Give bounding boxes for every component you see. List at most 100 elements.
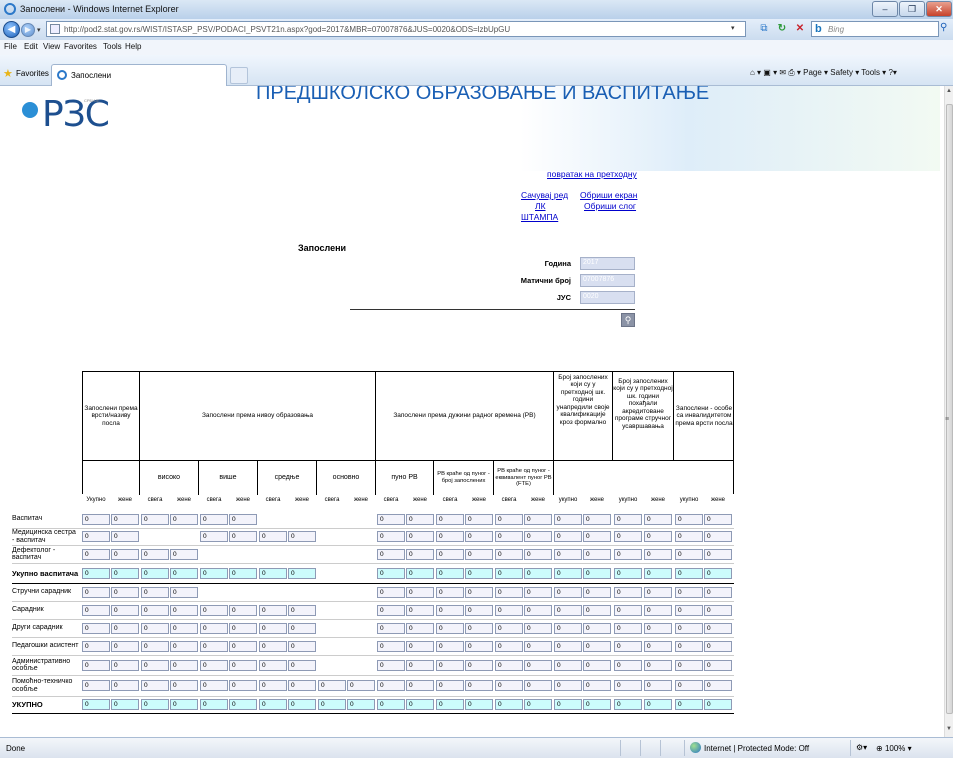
table-cell-input[interactable]: 0	[495, 531, 523, 542]
table-cell-input[interactable]: 0	[554, 641, 582, 652]
address-dropdown-icon[interactable]: ▾	[731, 24, 735, 32]
table-cell-input[interactable]: 0	[406, 549, 434, 560]
table-cell-input[interactable]: 0	[644, 605, 672, 616]
command-menus[interactable]: Page ▾ Safety ▾ Tools ▾	[803, 68, 886, 77]
table-cell-input[interactable]: 0	[583, 514, 611, 525]
table-cell-input[interactable]: 0	[495, 680, 523, 691]
table-cell-input[interactable]: 0	[229, 531, 257, 542]
scroll-thumb[interactable]	[946, 104, 953, 714]
table-cell-input[interactable]: 0	[141, 549, 169, 560]
table-cell-input[interactable]: 0	[495, 514, 523, 525]
table-cell-input[interactable]: 0	[436, 587, 464, 598]
menu-edit[interactable]: Edit	[24, 42, 38, 51]
table-cell-input[interactable]: 0	[704, 587, 732, 598]
vertical-scrollbar[interactable]: ▲ ≡ ▼	[944, 86, 953, 737]
table-cell-input[interactable]: 0	[524, 660, 552, 671]
table-cell-input[interactable]: 0	[524, 641, 552, 652]
print-link[interactable]: ШТАМПА	[521, 212, 558, 222]
table-cell-input[interactable]: 0	[288, 641, 316, 652]
table-cell-input[interactable]: 0	[554, 514, 582, 525]
menu-help[interactable]: Help	[125, 42, 141, 51]
table-cell-input[interactable]: 0	[111, 641, 139, 652]
table-cell-input[interactable]: 0	[554, 680, 582, 691]
table-cell-input[interactable]: 0	[644, 587, 672, 598]
table-cell-input[interactable]: 0	[644, 623, 672, 634]
table-cell-input[interactable]: 0	[675, 549, 703, 560]
favorites-star-icon[interactable]: ★	[3, 67, 13, 80]
table-cell-input[interactable]: 0	[644, 549, 672, 560]
compatibility-view-icon[interactable]: ⧉	[756, 21, 772, 37]
table-cell-input[interactable]: 0	[141, 623, 169, 634]
mail-icon[interactable]: ✉	[779, 68, 788, 77]
table-cell-input[interactable]: 0	[111, 514, 139, 525]
table-cell-input[interactable]: 0	[377, 623, 405, 634]
zoom-level[interactable]: ⊕ 100% ▾	[876, 744, 912, 753]
table-cell-input[interactable]: 0	[554, 531, 582, 542]
table-cell-input[interactable]: 0	[704, 605, 732, 616]
table-cell-input[interactable]: 0	[141, 605, 169, 616]
table-cell-input[interactable]: 0	[495, 660, 523, 671]
table-cell-input[interactable]: 0	[583, 680, 611, 691]
table-cell-input[interactable]: 0	[704, 514, 732, 525]
table-cell-input[interactable]: 0	[377, 641, 405, 652]
stop-icon[interactable]: ✕	[792, 21, 808, 37]
table-cell-input[interactable]: 0	[583, 587, 611, 598]
table-cell-input[interactable]: 0	[704, 623, 732, 634]
table-cell-input[interactable]: 0	[644, 531, 672, 542]
minimize-button[interactable]: –	[872, 1, 898, 17]
table-cell-input[interactable]: 0	[259, 641, 287, 652]
table-cell-input[interactable]: 0	[377, 531, 405, 542]
table-cell-input[interactable]: 0	[259, 680, 287, 691]
table-cell-input[interactable]: 0	[614, 587, 642, 598]
table-cell-input[interactable]: 0	[614, 514, 642, 525]
table-cell-input[interactable]: 0	[229, 641, 257, 652]
table-cell-input[interactable]: 0	[583, 531, 611, 542]
table-cell-input[interactable]: 0	[200, 605, 228, 616]
table-cell-input[interactable]: 0	[614, 605, 642, 616]
table-cell-input[interactable]: 0	[495, 623, 523, 634]
table-cell-input[interactable]: 0	[82, 641, 110, 652]
table-cell-input[interactable]: 0	[82, 531, 110, 542]
table-cell-input[interactable]: 0	[436, 623, 464, 634]
table-cell-input[interactable]: 0	[377, 680, 405, 691]
table-cell-input[interactable]: 0	[141, 680, 169, 691]
new-tab-button[interactable]	[230, 67, 248, 84]
table-cell-input[interactable]: 0	[288, 660, 316, 671]
tab-zaposleni[interactable]: Запослени	[51, 64, 227, 86]
table-cell-input[interactable]: 0	[111, 531, 139, 542]
table-cell-input[interactable]: 0	[200, 623, 228, 634]
table-cell-input[interactable]: 0	[704, 531, 732, 542]
table-cell-input[interactable]: 0	[170, 623, 198, 634]
table-cell-input[interactable]: 0	[170, 660, 198, 671]
scroll-down-icon[interactable]: ▼	[946, 726, 952, 732]
table-cell-input[interactable]: 0	[82, 660, 110, 671]
table-cell-input[interactable]: 0	[554, 587, 582, 598]
table-cell-input[interactable]: 0	[347, 680, 375, 691]
table-cell-input[interactable]: 0	[524, 587, 552, 598]
table-cell-input[interactable]: 0	[200, 531, 228, 542]
save-row-link[interactable]: Сачувај ред	[521, 190, 568, 200]
table-cell-input[interactable]: 0	[111, 605, 139, 616]
table-cell-input[interactable]: 0	[644, 514, 672, 525]
refresh-icon[interactable]: ↻	[774, 21, 790, 37]
table-cell-input[interactable]: 0	[495, 605, 523, 616]
table-cell-input[interactable]: 0	[554, 549, 582, 560]
table-cell-input[interactable]: 0	[554, 623, 582, 634]
table-cell-input[interactable]: 0	[259, 531, 287, 542]
table-cell-input[interactable]: 0	[82, 680, 110, 691]
table-cell-input[interactable]: 0	[377, 605, 405, 616]
table-cell-input[interactable]: 0	[675, 660, 703, 671]
table-cell-input[interactable]: 0	[377, 549, 405, 560]
table-cell-input[interactable]: 0	[465, 605, 493, 616]
table-cell-input[interactable]: 0	[82, 549, 110, 560]
table-cell-input[interactable]: 0	[644, 680, 672, 691]
command-bar[interactable]: ⌂ ▾ ▣ ▾ ✉ ⎙ ▾ Page ▾ Safety ▾ Tools ▾ ?▾	[750, 68, 897, 78]
table-cell-input[interactable]: 0	[495, 549, 523, 560]
table-cell-input[interactable]: 0	[406, 514, 434, 525]
table-cell-input[interactable]: 0	[583, 623, 611, 634]
help-icon[interactable]: ?▾	[888, 68, 896, 77]
table-cell-input[interactable]: 0	[82, 587, 110, 598]
security-zone-text[interactable]: Internet | Protected Mode: Off	[704, 744, 809, 753]
table-cell-input[interactable]: 0	[200, 660, 228, 671]
back-link[interactable]: повратак на претходну	[547, 169, 637, 179]
